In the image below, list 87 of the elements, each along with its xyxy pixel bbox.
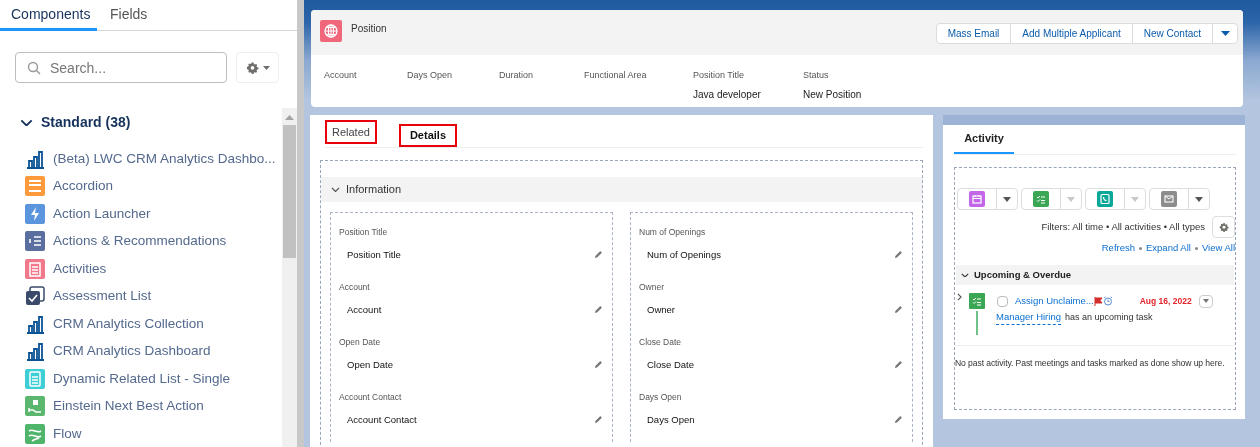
timeline-line	[976, 311, 978, 335]
pencil-icon[interactable]	[894, 415, 903, 425]
scroll-up-icon	[285, 115, 294, 120]
field-label: Account	[324, 69, 358, 82]
alarm-clock-icon	[1102, 296, 1113, 306]
field-value: Open Date	[347, 357, 393, 372]
action-button[interactable]: New Contact	[1132, 24, 1213, 43]
pencil-icon[interactable]	[594, 360, 603, 370]
settings-icon	[1218, 222, 1229, 232]
field-value: Account	[347, 302, 382, 317]
action-button[interactable]: Add Multiple Applicant	[1011, 24, 1133, 43]
component-item[interactable]: Activities	[20, 255, 282, 283]
flag-icon	[1093, 296, 1103, 306]
caret-icon	[1003, 196, 1011, 202]
search-icon	[27, 61, 41, 75]
pencil-icon[interactable]	[594, 305, 603, 315]
settings-button[interactable]	[236, 52, 279, 83]
field-label: Position Title	[693, 69, 746, 82]
field-label: Open Date	[339, 336, 382, 349]
field-label: Account Contact	[339, 391, 403, 404]
section-title[interactable]: Standard (38)	[41, 112, 131, 133]
globe-icon	[320, 20, 342, 42]
panel-tab[interactable]: Fields	[97, 0, 161, 31]
due-date: Aug 16, 2022	[1139, 294, 1192, 308]
field-value: Num of Openings	[647, 247, 721, 262]
pencil-icon[interactable]	[894, 360, 903, 370]
activity-tab[interactable]: Activity	[954, 124, 1014, 154]
field-value: Days Open	[647, 412, 695, 427]
task-note: has an upcoming task	[1064, 310, 1153, 324]
component-item[interactable]: (Beta) LWC CRM Analytics Dashbo...	[20, 145, 282, 173]
object-name: Position	[351, 22, 387, 36]
scrollbar-thumb[interactable]	[283, 125, 296, 258]
link[interactable]: Refresh	[1101, 240, 1135, 256]
panel-tab[interactable]: Components	[0, 0, 97, 31]
pencil-icon[interactable]	[894, 305, 903, 315]
field-label: Status	[803, 69, 830, 82]
field-value: Close Date	[647, 357, 694, 372]
scrollbar[interactable]	[282, 108, 297, 447]
field-label: Days Open	[639, 391, 683, 404]
record-tab[interactable]: Details	[398, 124, 457, 147]
component-item[interactable]: Einstein Next Best Action	[20, 392, 282, 420]
field-value: Owner	[647, 302, 675, 317]
checklist-icon	[969, 293, 985, 309]
field-label: Close Date	[639, 336, 683, 349]
search-field[interactable]: Search...	[15, 52, 227, 83]
link[interactable]: Expand All	[1146, 240, 1191, 256]
caret-icon	[1131, 196, 1139, 202]
field-label: Owner	[639, 281, 666, 294]
chevron-right-icon[interactable]	[957, 293, 962, 301]
checkbox[interactable]	[997, 295, 1008, 307]
component-item[interactable]: Flow	[20, 420, 282, 447]
caret-icon	[1220, 31, 1230, 36]
empty-message: No past activity. Past meetings and tasks marked as done show up here.	[955, 357, 1225, 370]
component-item[interactable]: CRM Analytics Dashboard	[20, 337, 282, 365]
component-item[interactable]: Assessment List	[20, 282, 282, 310]
pencil-icon[interactable]	[894, 250, 903, 260]
component-item[interactable]: Accordion	[20, 172, 282, 200]
field-value: Account Contact	[347, 412, 417, 427]
field-label: Position Title	[339, 226, 389, 239]
field-label: Functional Area	[584, 69, 648, 82]
pencil-icon[interactable]	[594, 250, 603, 260]
field-label: Duration	[499, 69, 535, 82]
component-item[interactable]: Action Launcher	[20, 200, 282, 228]
settings-icon	[245, 61, 259, 74]
action-button[interactable]: Mass Email	[936, 24, 1012, 43]
contact-link[interactable]: Manager Hiring	[996, 310, 1061, 326]
field-value: Java developer	[693, 87, 762, 102]
pencil-icon[interactable]	[594, 415, 603, 425]
link[interactable]: View All	[1201, 240, 1235, 256]
field-label: Days Open	[407, 69, 454, 82]
caret-icon	[1202, 299, 1209, 303]
field-label: Num of Openings	[639, 226, 707, 239]
field-value: New Position	[803, 87, 863, 102]
caret-icon	[262, 65, 270, 70]
section-title[interactable]: Information	[346, 181, 402, 198]
caret-icon	[1195, 196, 1203, 202]
record-tab[interactable]: Related	[325, 120, 377, 144]
field-value: Position Title	[347, 247, 401, 262]
filters-text: Filters: All time • All activities • All types	[1041, 219, 1205, 234]
settings-button[interactable]	[1212, 216, 1235, 238]
task-menu-button[interactable]	[1198, 294, 1213, 308]
component-item[interactable]: CRM Analytics Collection	[20, 310, 282, 338]
caret-icon	[1067, 196, 1075, 202]
component-item[interactable]: Actions & Recommendations	[20, 227, 282, 255]
field-label: Account	[339, 281, 371, 294]
task-link[interactable]: Assign Unclaime...	[1015, 293, 1094, 309]
component-item[interactable]: Dynamic Related List - Single	[20, 365, 282, 393]
